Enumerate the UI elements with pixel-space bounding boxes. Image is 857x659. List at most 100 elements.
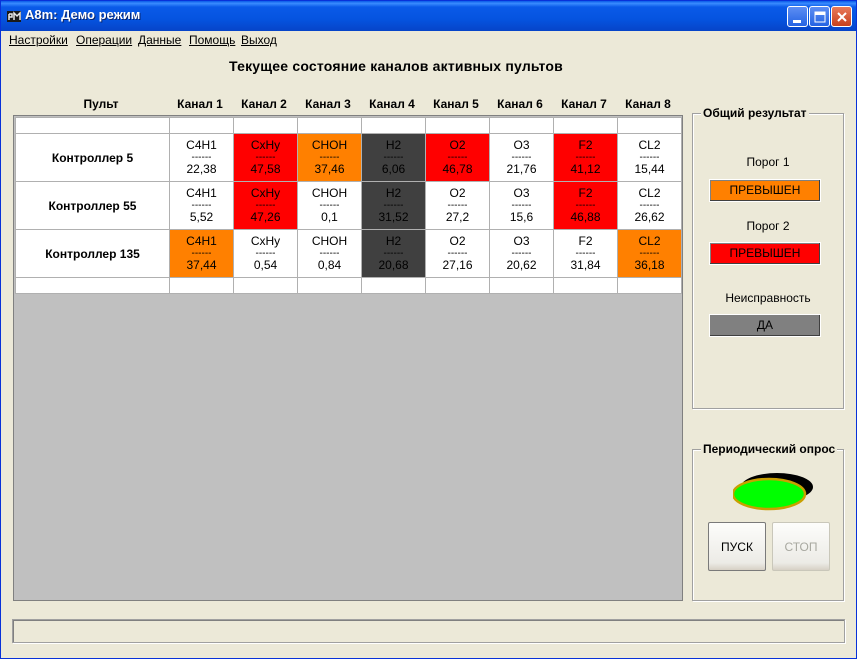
column-header-channel-4: Канал 4 [369, 97, 415, 111]
maximize-icon [814, 11, 826, 23]
empty-cell [425, 277, 490, 294]
empty-cell [169, 277, 234, 294]
gas-name: CL2 [638, 234, 661, 248]
channel-cell[interactable]: O3 ------ 21,76 [489, 133, 554, 182]
menu-exit[interactable]: Выход [241, 33, 277, 47]
title-bar[interactable]: A8m: Демо режим [1, 1, 856, 31]
fault-indicator: ДА [709, 314, 821, 337]
minimize-button[interactable] [787, 6, 808, 27]
channel-cell[interactable]: C4H1 ------ 37,44 [169, 229, 234, 278]
threshold-2-label: Порог 2 [746, 219, 790, 233]
table-row[interactable]: Контроллер 135 C4H1 ------ 37,44 CxHy ------ 0… [15, 229, 682, 278]
start-button[interactable]: ПУСК [708, 522, 766, 571]
channel-cell[interactable]: H2 ------ 6,06 [361, 133, 426, 182]
column-header-panel: Пульт [83, 97, 119, 111]
close-icon [837, 12, 847, 22]
gas-name: H2 [385, 234, 402, 248]
channel-cell[interactable]: F2 ------ 41,12 [553, 133, 618, 182]
gas-name: F2 [578, 186, 593, 200]
gas-name: CL2 [638, 138, 661, 152]
table-row[interactable]: Контроллер 5 C4H1 ------ 22,38 CxHy ------ 47,… [15, 133, 682, 182]
empty-cell [489, 277, 554, 294]
channel-cell[interactable]: CxHy ------ 47,26 [233, 181, 298, 230]
menu-operations[interactable]: Операции [76, 33, 132, 47]
stop-button[interactable]: СТОП [772, 522, 830, 571]
empty-cell [489, 117, 554, 134]
channel-cell[interactable]: CHOH ------ 0,84 [297, 229, 362, 278]
empty-cell [297, 117, 362, 134]
channel-value: 6,06 [381, 162, 406, 176]
channel-value: 15,44 [634, 162, 665, 176]
channel-cell[interactable]: O2 ------ 27,16 [425, 229, 490, 278]
gas-name: O2 [449, 234, 466, 248]
gas-name: CL2 [638, 186, 661, 200]
channel-cell[interactable]: CxHy ------ 47,58 [233, 133, 298, 182]
channel-cell[interactable]: CHOH ------ 0,1 [297, 181, 362, 230]
gas-name: C4H1 [186, 138, 217, 152]
table-row[interactable]: Контроллер 55 C4H1 ------ 5,52 CxHy ------ 47,… [15, 181, 682, 230]
column-header-channel-3: Канал 3 [305, 97, 351, 111]
empty-cell [553, 117, 618, 134]
channel-cell[interactable]: CL2 ------ 36,18 [617, 229, 682, 278]
channel-value: 27,16 [442, 258, 473, 272]
channel-cell[interactable]: CL2 ------ 15,44 [617, 133, 682, 182]
menu-help[interactable]: Помощь [189, 33, 235, 47]
maximize-button[interactable] [809, 6, 830, 27]
empty-cell [617, 117, 682, 134]
gas-name: CxHy [250, 138, 281, 152]
channel-value: 0,84 [317, 258, 342, 272]
column-header-channel-6: Канал 6 [497, 97, 543, 111]
empty-cell [233, 117, 298, 134]
channel-value: 20,68 [378, 258, 409, 272]
channel-cell[interactable]: CHOH ------ 37,46 [297, 133, 362, 182]
threshold-1-label: Порог 1 [746, 155, 790, 169]
gas-name: O2 [449, 138, 466, 152]
channel-cell[interactable]: O3 ------ 15,6 [489, 181, 554, 230]
close-button[interactable] [831, 6, 852, 27]
channel-cell[interactable]: CL2 ------ 26,62 [617, 181, 682, 230]
channels-table: Контроллер 5 C4H1 ------ 22,38 CxHy ------ 47,… [15, 117, 682, 294]
empty-cell [169, 117, 234, 134]
gas-name: O2 [449, 186, 466, 200]
channel-cell[interactable]: CxHy ------ 0,54 [233, 229, 298, 278]
gas-name: H2 [385, 138, 402, 152]
gas-name: C4H1 [186, 186, 217, 200]
gas-name: F2 [578, 138, 593, 152]
empty-cell [553, 277, 618, 294]
channel-cell[interactable]: O2 ------ 27,2 [425, 181, 490, 230]
channels-grid[interactable]: Контроллер 5 C4H1 ------ 22,38 CxHy ------ 47,… [13, 115, 683, 601]
channel-value: 31,52 [378, 210, 409, 224]
window-title: A8m: Демо режим [25, 7, 141, 22]
gas-name: CHOH [311, 234, 348, 248]
gas-name: C4H1 [186, 234, 217, 248]
channel-cell[interactable]: O3 ------ 20,62 [489, 229, 554, 278]
status-bar [12, 619, 845, 643]
channel-value: 26,62 [634, 210, 665, 224]
column-header-channel-5: Канал 5 [433, 97, 479, 111]
gas-name: O3 [513, 186, 530, 200]
channel-cell[interactable]: H2 ------ 20,68 [361, 229, 426, 278]
empty-cell [15, 117, 170, 134]
channel-cell[interactable]: H2 ------ 31,52 [361, 181, 426, 230]
channel-value: 5,52 [189, 210, 214, 224]
empty-cell [425, 117, 490, 134]
fault-label: Неисправность [725, 291, 811, 305]
channel-value: 37,44 [186, 258, 217, 272]
app-window: A8m: Демо режим Настройки Операции Данны… [0, 0, 857, 659]
minimize-icon [793, 20, 801, 23]
threshold-1-indicator: ПРЕВЫШЕН [709, 179, 821, 202]
channel-value: 0,54 [253, 258, 278, 272]
gas-name: CHOH [311, 186, 348, 200]
channel-cell[interactable]: F2 ------ 31,84 [553, 229, 618, 278]
controller-name: Контроллер 5 [15, 133, 170, 182]
channel-cell[interactable]: O2 ------ 46,78 [425, 133, 490, 182]
result-group-title: Общий результат [701, 106, 809, 120]
gas-name: CxHy [250, 186, 281, 200]
menu-data[interactable]: Данные [138, 33, 181, 47]
empty-cell [617, 277, 682, 294]
channel-cell[interactable]: F2 ------ 46,88 [553, 181, 618, 230]
channel-cell[interactable]: C4H1 ------ 22,38 [169, 133, 234, 182]
channel-cell[interactable]: C4H1 ------ 5,52 [169, 181, 234, 230]
menu-settings[interactable]: Настройки [9, 33, 68, 47]
gas-name: O3 [513, 138, 530, 152]
